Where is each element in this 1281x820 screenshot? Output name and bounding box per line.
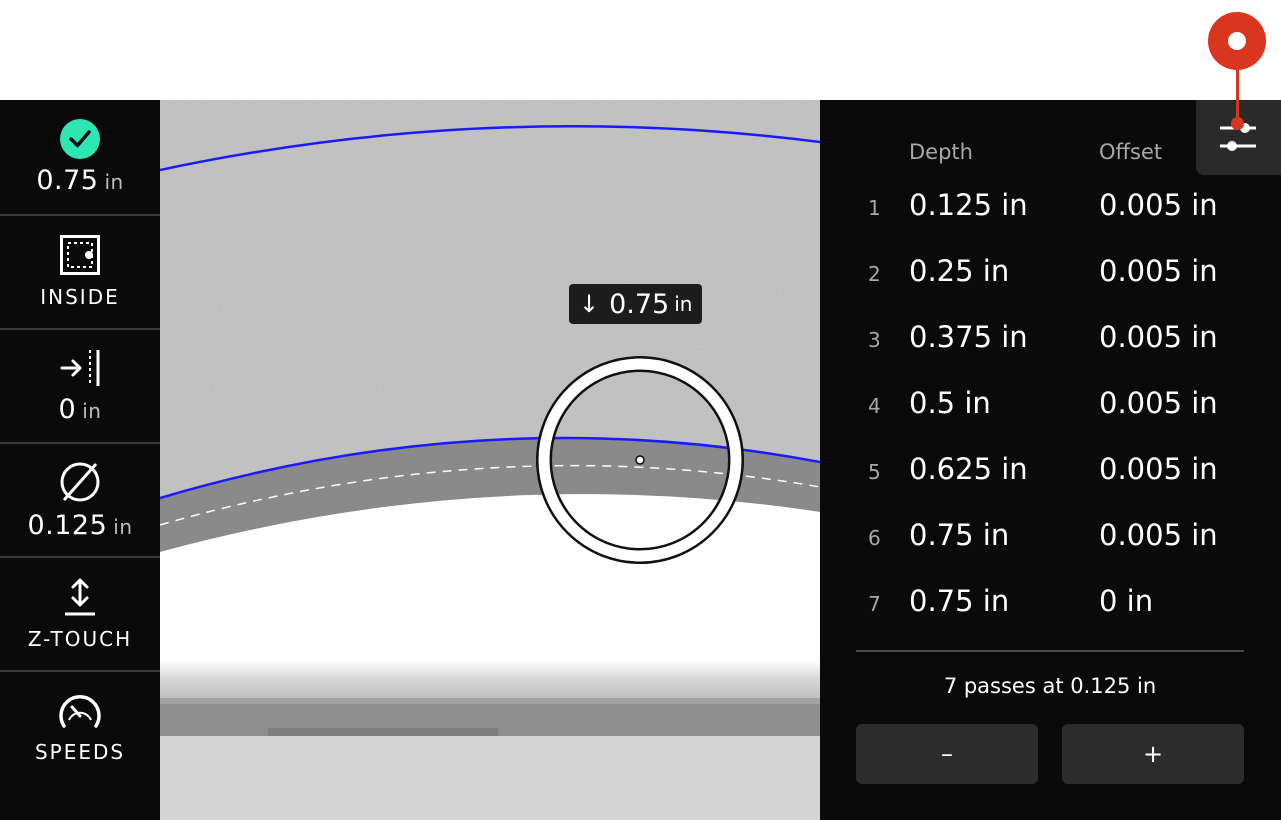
annotation-line xyxy=(1236,70,1239,122)
material-view xyxy=(160,100,820,820)
pass-row[interactable]: 1 0.125 in 0.005 in xyxy=(820,186,1281,252)
pass-offset: 0.005 in xyxy=(1099,386,1218,420)
pass-offset: 0 in xyxy=(1099,584,1154,618)
annotation-marker xyxy=(1208,12,1266,70)
speeds-button[interactable]: SPEEDS xyxy=(0,672,160,786)
pass-depth: 0.75 in xyxy=(909,584,1010,618)
pass-number: 1 xyxy=(868,196,881,220)
pass-row[interactable]: 3 0.375 in 0.005 in xyxy=(820,318,1281,384)
pass-number: 7 xyxy=(868,592,881,616)
diameter-icon xyxy=(58,460,102,504)
pass-number: 2 xyxy=(868,262,881,286)
divider xyxy=(856,650,1244,652)
gauge-icon xyxy=(58,694,102,730)
pass-number: 4 xyxy=(868,394,881,418)
check-circle-icon xyxy=(60,118,100,159)
inside-cut-icon xyxy=(60,235,100,275)
offset-arrow-icon xyxy=(58,348,102,388)
pass-depth: 0.625 in xyxy=(909,452,1028,486)
pass-row[interactable]: 7 0.75 in 0 in xyxy=(820,582,1281,648)
pass-depth: 0.5 in xyxy=(909,386,991,420)
increase-passes-button[interactable]: + xyxy=(1062,724,1244,784)
bit-value: 0.125 in xyxy=(27,509,133,541)
bit-setting[interactable]: 0.125 in xyxy=(0,444,160,558)
pass-number: 3 xyxy=(868,328,881,352)
depth-header: Depth xyxy=(909,140,973,164)
pass-depth: 0.375 in xyxy=(909,320,1028,354)
passes-panel: Depth Offset 1 0.125 in 0.005 in 2 0.25 in 0.… xyxy=(820,100,1281,820)
offset-value: 0 in xyxy=(58,393,102,425)
offset-setting[interactable]: 0 in xyxy=(0,330,160,444)
pass-row[interactable]: 4 0.5 in 0.005 in xyxy=(820,384,1281,450)
z-touch-button[interactable]: Z-TOUCH xyxy=(0,558,160,672)
pass-number: 5 xyxy=(868,460,881,484)
z-touch-label: Z-TOUCH xyxy=(27,627,133,651)
depth-tag: ↓ 0.75 in xyxy=(569,284,703,324)
cut-side-setting[interactable]: INSIDE xyxy=(0,216,160,330)
pass-depth: 0.25 in xyxy=(909,254,1010,288)
cut-side-label: INSIDE xyxy=(40,285,120,309)
sidebar: 0.75 in INSIDE 0 in 0.125 in Z-TOUCH SPE… xyxy=(0,100,160,820)
pass-offset: 0.005 in xyxy=(1099,320,1218,354)
z-touch-icon xyxy=(62,577,98,617)
pass-row[interactable]: 2 0.25 in 0.005 in xyxy=(820,252,1281,318)
pass-offset: 0.005 in xyxy=(1099,188,1218,222)
pass-offset: 0.005 in xyxy=(1099,254,1218,288)
offset-header: Offset xyxy=(1099,140,1163,164)
pass-number: 6 xyxy=(868,526,881,550)
sliders-icon xyxy=(1196,123,1281,179)
pass-depth: 0.125 in xyxy=(909,188,1028,222)
down-arrow-icon: ↓ xyxy=(579,290,600,318)
pass-row[interactable]: 6 0.75 in 0.005 in xyxy=(820,516,1281,582)
pass-depth: 0.75 in xyxy=(909,518,1010,552)
passes-summary: 7 passes at 0.125 in xyxy=(943,674,1157,698)
depth-value: 0.75 in xyxy=(36,164,124,196)
pass-offset: 0.005 in xyxy=(1099,452,1218,486)
annotation-endpoint xyxy=(1231,117,1244,130)
depth-setting[interactable]: 0.75 in xyxy=(0,100,160,216)
pass-offset: 0.005 in xyxy=(1099,518,1218,552)
cut-preview-canvas[interactable]: ↓ 0.75 in xyxy=(160,100,820,820)
speeds-label: SPEEDS xyxy=(34,740,126,764)
decrease-passes-button[interactable]: – xyxy=(856,724,1038,784)
top-bar xyxy=(0,0,1281,100)
pass-row[interactable]: 5 0.625 in 0.005 in xyxy=(820,450,1281,516)
